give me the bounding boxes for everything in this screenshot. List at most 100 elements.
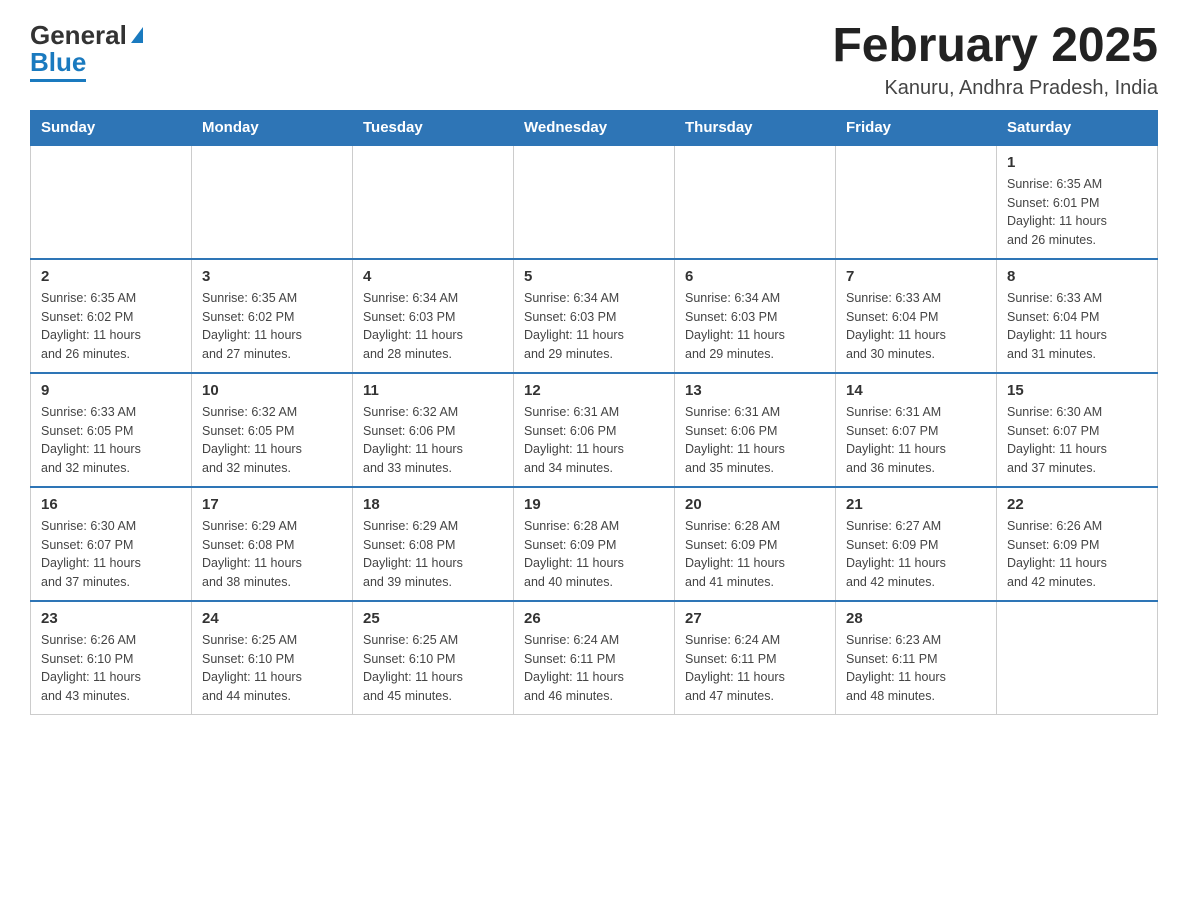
calendar-cell: 26 Sunrise: 6:24 AM Sunset: 6:11 PM Dayli…	[514, 601, 675, 715]
day-info: Sunrise: 6:32 AM Sunset: 6:06 PM Dayligh…	[363, 403, 503, 478]
day-info: Sunrise: 6:25 AM Sunset: 6:10 PM Dayligh…	[202, 631, 342, 706]
calendar-cell: 11 Sunrise: 6:32 AM Sunset: 6:06 PM Dayli…	[353, 373, 514, 487]
title-section: February 2025 Kanuru, Andhra Pradesh, In…	[832, 20, 1158, 100]
day-number: 2	[41, 268, 181, 285]
day-info: Sunrise: 6:30 AM Sunset: 6:07 PM Dayligh…	[1007, 403, 1147, 478]
calendar-cell: 9Sunrise: 6:33 AM Sunset: 6:05 PM Daylig…	[31, 373, 192, 487]
calendar-cell: 24 Sunrise: 6:25 AM Sunset: 6:10 PM Dayli…	[192, 601, 353, 715]
day-number: 20	[685, 496, 825, 513]
day-number: 4	[363, 268, 503, 285]
day-number: 8	[1007, 268, 1147, 285]
day-info: Sunrise: 6:33 AM Sunset: 6:04 PM Dayligh…	[846, 289, 986, 364]
logo-triangle	[131, 27, 143, 43]
day-info: Sunrise: 6:23 AM Sunset: 6:11 PM Dayligh…	[846, 631, 986, 706]
calendar-week-3: 9Sunrise: 6:33 AM Sunset: 6:05 PM Daylig…	[31, 373, 1158, 487]
location-subtitle: Kanuru, Andhra Pradesh, India	[832, 77, 1158, 100]
calendar-week-1: 1 Sunrise: 6:35 AM Sunset: 6:01 PM Daylig…	[31, 145, 1158, 259]
day-number: 19	[524, 496, 664, 513]
calendar-cell: 16 Sunrise: 6:30 AM Sunset: 6:07 PM Dayli…	[31, 487, 192, 601]
day-number: 5	[524, 268, 664, 285]
calendar-cell: 25Sunrise: 6:25 AM Sunset: 6:10 PM Dayli…	[353, 601, 514, 715]
day-info: Sunrise: 6:26 AM Sunset: 6:10 PM Dayligh…	[41, 631, 181, 706]
calendar-week-2: 2 Sunrise: 6:35 AM Sunset: 6:02 PM Daylig…	[31, 259, 1158, 373]
day-info: Sunrise: 6:29 AM Sunset: 6:08 PM Dayligh…	[202, 517, 342, 592]
calendar-cell: 15 Sunrise: 6:30 AM Sunset: 6:07 PM Dayli…	[997, 373, 1158, 487]
day-info: Sunrise: 6:35 AM Sunset: 6:01 PM Dayligh…	[1007, 175, 1147, 250]
day-info: Sunrise: 6:27 AM Sunset: 6:09 PM Dayligh…	[846, 517, 986, 592]
calendar-cell	[997, 601, 1158, 715]
calendar-cell: 13 Sunrise: 6:31 AM Sunset: 6:06 PM Dayli…	[675, 373, 836, 487]
day-info: Sunrise: 6:26 AM Sunset: 6:09 PM Dayligh…	[1007, 517, 1147, 592]
month-title: February 2025	[832, 20, 1158, 73]
weekday-header-tuesday: Tuesday	[353, 110, 514, 145]
day-info: Sunrise: 6:30 AM Sunset: 6:07 PM Dayligh…	[41, 517, 181, 592]
calendar-cell: 17Sunrise: 6:29 AM Sunset: 6:08 PM Dayli…	[192, 487, 353, 601]
day-info: Sunrise: 6:35 AM Sunset: 6:02 PM Dayligh…	[41, 289, 181, 364]
calendar-cell: 4 Sunrise: 6:34 AM Sunset: 6:03 PM Daylig…	[353, 259, 514, 373]
day-info: Sunrise: 6:31 AM Sunset: 6:06 PM Dayligh…	[524, 403, 664, 478]
calendar-cell: 28Sunrise: 6:23 AM Sunset: 6:11 PM Dayli…	[836, 601, 997, 715]
day-number: 23	[41, 610, 181, 627]
calendar-cell: 14Sunrise: 6:31 AM Sunset: 6:07 PM Dayli…	[836, 373, 997, 487]
weekday-header-saturday: Saturday	[997, 110, 1158, 145]
day-number: 26	[524, 610, 664, 627]
day-number: 11	[363, 382, 503, 399]
day-info: Sunrise: 6:32 AM Sunset: 6:05 PM Dayligh…	[202, 403, 342, 478]
calendar-cell: 8 Sunrise: 6:33 AM Sunset: 6:04 PM Daylig…	[997, 259, 1158, 373]
day-info: Sunrise: 6:29 AM Sunset: 6:08 PM Dayligh…	[363, 517, 503, 592]
day-info: Sunrise: 6:31 AM Sunset: 6:07 PM Dayligh…	[846, 403, 986, 478]
day-info: Sunrise: 6:34 AM Sunset: 6:03 PM Dayligh…	[363, 289, 503, 364]
day-number: 10	[202, 382, 342, 399]
calendar-cell: 10 Sunrise: 6:32 AM Sunset: 6:05 PM Dayli…	[192, 373, 353, 487]
weekday-header-friday: Friday	[836, 110, 997, 145]
day-number: 7	[846, 268, 986, 285]
calendar-cell: 23 Sunrise: 6:26 AM Sunset: 6:10 PM Dayli…	[31, 601, 192, 715]
calendar-cell: 7 Sunrise: 6:33 AM Sunset: 6:04 PM Daylig…	[836, 259, 997, 373]
day-number: 13	[685, 382, 825, 399]
day-number: 22	[1007, 496, 1147, 513]
calendar-cell: 20Sunrise: 6:28 AM Sunset: 6:09 PM Dayli…	[675, 487, 836, 601]
calendar-cell	[192, 145, 353, 259]
day-number: 6	[685, 268, 825, 285]
calendar-week-5: 23 Sunrise: 6:26 AM Sunset: 6:10 PM Dayli…	[31, 601, 1158, 715]
day-info: Sunrise: 6:31 AM Sunset: 6:06 PM Dayligh…	[685, 403, 825, 478]
weekday-header-monday: Monday	[192, 110, 353, 145]
calendar-cell: 3 Sunrise: 6:35 AM Sunset: 6:02 PM Daylig…	[192, 259, 353, 373]
day-number: 12	[524, 382, 664, 399]
day-number: 18	[363, 496, 503, 513]
calendar-cell: 21Sunrise: 6:27 AM Sunset: 6:09 PM Dayli…	[836, 487, 997, 601]
day-number: 16	[41, 496, 181, 513]
day-number: 3	[202, 268, 342, 285]
day-number: 1	[1007, 154, 1147, 171]
weekday-header-sunday: Sunday	[31, 110, 192, 145]
calendar-cell: 2 Sunrise: 6:35 AM Sunset: 6:02 PM Daylig…	[31, 259, 192, 373]
calendar-cell: 18 Sunrise: 6:29 AM Sunset: 6:08 PM Dayli…	[353, 487, 514, 601]
day-info: Sunrise: 6:24 AM Sunset: 6:11 PM Dayligh…	[685, 631, 825, 706]
weekday-header-thursday: Thursday	[675, 110, 836, 145]
day-info: Sunrise: 6:28 AM Sunset: 6:09 PM Dayligh…	[524, 517, 664, 592]
calendar-cell: 5Sunrise: 6:34 AM Sunset: 6:03 PM Daylig…	[514, 259, 675, 373]
logo: General Blue	[30, 20, 143, 82]
day-number: 24	[202, 610, 342, 627]
calendar-cell: 6 Sunrise: 6:34 AM Sunset: 6:03 PM Daylig…	[675, 259, 836, 373]
calendar-cell	[31, 145, 192, 259]
day-info: Sunrise: 6:34 AM Sunset: 6:03 PM Dayligh…	[685, 289, 825, 364]
calendar-cell	[675, 145, 836, 259]
logo-blue-text: Blue	[30, 47, 86, 82]
calendar-header-row: SundayMondayTuesdayWednesdayThursdayFrid…	[31, 110, 1158, 145]
calendar-cell	[514, 145, 675, 259]
day-number: 15	[1007, 382, 1147, 399]
calendar-table: SundayMondayTuesdayWednesdayThursdayFrid…	[30, 110, 1158, 715]
day-info: Sunrise: 6:33 AM Sunset: 6:04 PM Dayligh…	[1007, 289, 1147, 364]
day-number: 25	[363, 610, 503, 627]
day-info: Sunrise: 6:35 AM Sunset: 6:02 PM Dayligh…	[202, 289, 342, 364]
day-number: 27	[685, 610, 825, 627]
calendar-week-4: 16 Sunrise: 6:30 AM Sunset: 6:07 PM Dayli…	[31, 487, 1158, 601]
calendar-cell: 22 Sunrise: 6:26 AM Sunset: 6:09 PM Dayli…	[997, 487, 1158, 601]
day-info: Sunrise: 6:24 AM Sunset: 6:11 PM Dayligh…	[524, 631, 664, 706]
calendar-cell: 12 Sunrise: 6:31 AM Sunset: 6:06 PM Dayli…	[514, 373, 675, 487]
calendar-cell: 1 Sunrise: 6:35 AM Sunset: 6:01 PM Daylig…	[997, 145, 1158, 259]
weekday-header-wednesday: Wednesday	[514, 110, 675, 145]
calendar-cell: 27 Sunrise: 6:24 AM Sunset: 6:11 PM Dayli…	[675, 601, 836, 715]
day-number: 9	[41, 382, 181, 399]
